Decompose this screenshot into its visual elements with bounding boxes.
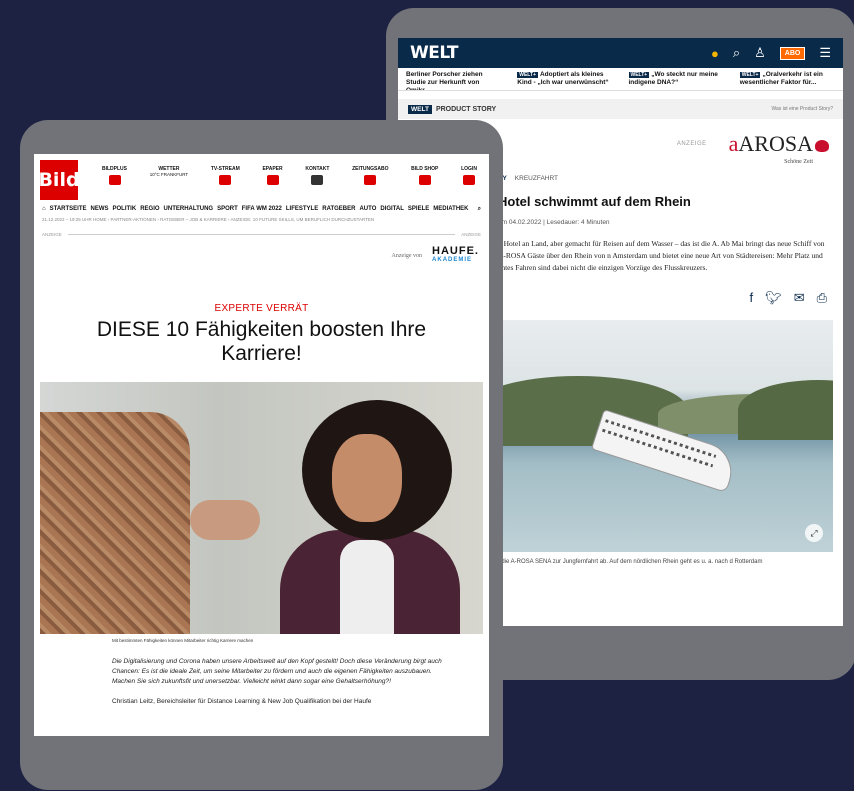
cart-icon — [418, 175, 431, 185]
article-lead: Die Digitalisierung und Corona haben uns… — [112, 658, 442, 685]
menu-mediathek[interactable]: MEDIATHEK — [433, 206, 468, 213]
product-story-bar: WELT PRODUCT STORY Was ist eine Product … — [398, 99, 843, 119]
home-icon[interactable]: ⌂ — [42, 206, 46, 213]
menu-startseite[interactable]: STARTSEITE — [50, 206, 87, 213]
product-story-tag: WELT — [408, 104, 432, 114]
menu-digital[interactable]: DIGITAL — [380, 206, 404, 213]
bild-article-screen: Bild BILDPLUS WETTER 10°C FRANKFURT TV-ST… — [34, 154, 489, 736]
image-caption: Mit bestimmten Fähigkeiten können Mitarb… — [112, 638, 254, 643]
ticker-item[interactable]: WELT+ „Oralverkehr ist ein wesentlicher F… — [732, 68, 843, 90]
nav-zeitungsabo[interactable]: ZEITUNGSABO — [352, 166, 388, 185]
welt-plus-badge: WELT+ — [517, 72, 538, 78]
bild-header: Bild BILDPLUS WETTER 10°C FRANKFURT TV-ST… — [34, 154, 489, 200]
print-icon[interactable]: ⎙ — [817, 290, 827, 306]
product-story-label: PRODUCT STORY — [435, 105, 497, 113]
menu-politik[interactable]: POLITIK — [113, 206, 137, 213]
search-icon[interactable]: ⌕ — [733, 45, 740, 61]
welt-header: WELT ● ⌕ ♙ ABO ☰ — [398, 38, 843, 68]
menu-icon[interactable]: ☰ — [819, 45, 831, 61]
arosa-logo[interactable]: aAROSA — [729, 131, 829, 157]
welt-logo[interactable]: WELT — [410, 43, 458, 63]
nav-bildplus[interactable]: BILDPLUS — [102, 166, 127, 185]
heart-icon — [815, 139, 829, 152]
nav-tv-stream[interactable]: TV-STREAM — [211, 166, 240, 185]
user-icon[interactable]: ♙ — [754, 45, 766, 61]
lock-icon — [463, 175, 476, 185]
nav-kontakt[interactable]: KONTAKT — [305, 166, 329, 185]
ticker-item[interactable]: WELT+ Adoptiert als kleines Kind - „Ich w… — [509, 68, 620, 90]
tv-icon — [219, 175, 232, 185]
expand-icon[interactable]: ⤢ — [805, 524, 823, 542]
bild-tablet-frame: Bild BILDPLUS WETTER 10°C FRANKFURT TV-ST… — [20, 120, 503, 790]
product-story-link[interactable]: Was ist eine Product Story? — [771, 106, 833, 112]
bild-top-nav: BILDPLUS WETTER 10°C FRANKFURT TV-STREAM … — [78, 160, 483, 185]
bild-logo[interactable]: Bild — [38, 160, 80, 200]
menu-auto[interactable]: AUTO — [359, 206, 376, 213]
ticker-item[interactable]: WELT+ „Wo steckt nur meine indigene DNA?“ — [621, 68, 732, 90]
category-kreuzfahrt[interactable]: KREUZFAHRT — [515, 175, 558, 182]
menu-unterhaltung[interactable]: UNTERHALTUNG — [164, 206, 214, 213]
article-kicker: EXPERTE VERRÄT — [214, 303, 309, 314]
nav-epaper[interactable]: EPAPER — [262, 166, 283, 185]
abo-button[interactable]: ABO — [779, 46, 806, 60]
cruise-ship-image: ⤢ — [498, 320, 833, 552]
article-paragraph: Christian Leitz, Bereichsleiter für Dist… — [112, 698, 372, 705]
search-icon[interactable]: ⌕ — [478, 206, 481, 213]
welt-plus-badge: WELT+ — [739, 72, 761, 78]
weather-icon[interactable]: ● — [711, 46, 719, 61]
bildplus-icon — [108, 175, 121, 185]
sponsor-row: Anzeige von HAUFE. AKADEMIE — [34, 237, 489, 265]
breadcrumb[interactable]: 21.12.2022 – 19:25 UHR HOME › PARTNER-AK… — [34, 213, 489, 222]
epaper-icon — [266, 175, 279, 185]
welt-plus-badge: WELT+ — [628, 72, 650, 78]
nav-login[interactable]: LOGIN — [461, 166, 477, 185]
nav-bild-shop[interactable]: BILD SHOP — [411, 166, 438, 185]
anzeige-von-label: Anzeige von — [391, 253, 423, 259]
twitter-icon[interactable]: 🐦︎ — [765, 290, 782, 306]
menu-sport[interactable]: SPORT — [217, 206, 238, 213]
weather-readout: 10°C FRANKFURT — [149, 172, 189, 177]
menu-fifa[interactable]: FIFA WM 2022 — [242, 206, 282, 213]
ticker-item[interactable]: Berliner Porscher ziehen Studie zur Herk… — [398, 68, 509, 90]
news-ticker: Berliner Porscher ziehen Studie zur Herk… — [398, 68, 843, 91]
menu-ratgeber[interactable]: RATGEBER — [322, 206, 355, 213]
article-headline: DIESE 10 Fähigkeiten boosten Ihre Karrie… — [96, 318, 427, 365]
nav-wetter[interactable]: WETTER 10°C FRANKFURT — [150, 166, 188, 185]
menu-news[interactable]: NEWS — [91, 206, 109, 213]
facebook-icon[interactable]: f — [750, 290, 754, 306]
menu-regio[interactable]: REGIO — [140, 206, 159, 213]
contact-icon — [311, 175, 324, 185]
anzeige-divider: ANZEIGE ANZEIGE — [42, 232, 481, 237]
menu-spiele[interactable]: SPIELE — [408, 206, 429, 213]
anzeige-label: ANZEIGE — [676, 141, 707, 147]
handshake-image — [40, 382, 483, 634]
newspaper-icon — [364, 175, 377, 185]
mail-icon[interactable]: ✉ — [794, 290, 805, 306]
menu-lifestyle[interactable]: LIFESTYLE — [286, 206, 318, 213]
haufe-logo[interactable]: HAUFE. AKADEMIE — [432, 246, 479, 265]
bild-main-menu: ⌂ STARTSEITE NEWS POLITIK REGIO UNTERHAL… — [34, 198, 489, 213]
